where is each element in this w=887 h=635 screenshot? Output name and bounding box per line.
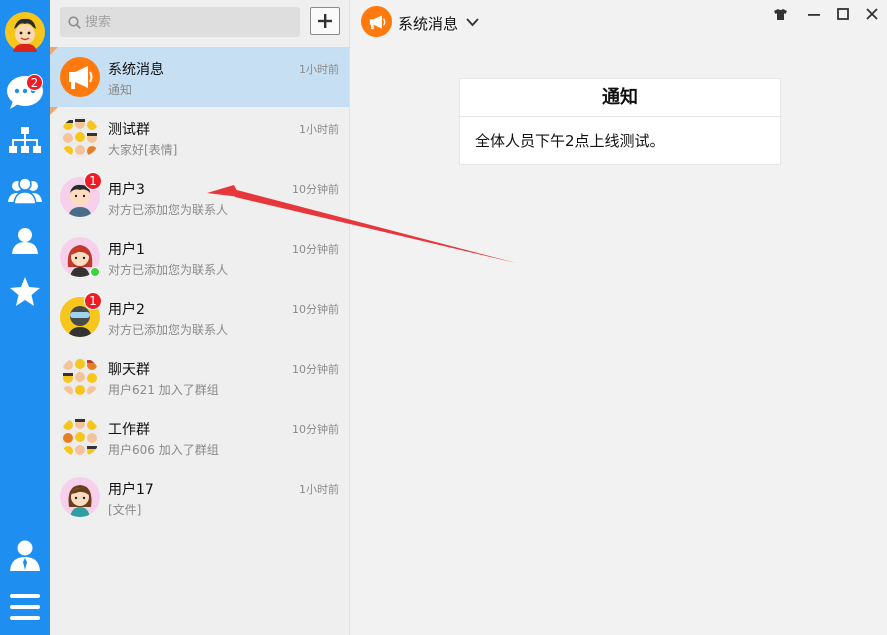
- avatar-icon: [5, 12, 45, 52]
- conversation-item-test-group[interactable]: 测试群 大家好[表情] 1小时前: [50, 107, 349, 167]
- conversation-time: 10分钟前: [292, 183, 339, 196]
- menu-icon: [10, 594, 40, 620]
- conversation-avatar: [60, 57, 100, 97]
- megaphone-icon: [369, 14, 385, 29]
- online-status-dot: [90, 267, 100, 277]
- user-avatar-icon: [60, 477, 100, 517]
- conversation-time: 10分钟前: [292, 423, 339, 436]
- nav-favorites[interactable]: [0, 269, 50, 313]
- conversation-item-user3[interactable]: 1 用户3 对方已添加您为联系人 10分钟前: [50, 167, 349, 227]
- pinned-marker: [50, 107, 58, 115]
- conversation-item-system[interactable]: 系统消息 通知 1小时前: [50, 47, 349, 107]
- notice-body: 全体人员下午2点上线测试。: [475, 132, 665, 150]
- conversation-avatar: [60, 417, 100, 457]
- conversation-item-work-group[interactable]: 工作群 用户606 加入了群组 10分钟前: [50, 407, 349, 467]
- conversation-item-user17[interactable]: 用户17 [文件] 1小时前: [50, 467, 349, 527]
- conversation-avatar: [60, 117, 100, 157]
- conversation-name: 用户17: [108, 482, 154, 498]
- nav-contacts[interactable]: [0, 219, 50, 263]
- maximize-icon[interactable]: [835, 6, 851, 22]
- contact-icon: [12, 228, 38, 254]
- conversation-name: 用户1: [108, 242, 145, 258]
- conversation-list-panel: 系统消息 通知 1小时前 测试群 大家好[表情] 1小时前: [50, 0, 350, 635]
- group-avatar-icon: [60, 117, 100, 157]
- conversation-name: 系统消息: [108, 62, 164, 78]
- conversation-time: 1小时前: [299, 483, 339, 496]
- conversation-avatar: [60, 477, 100, 517]
- pinned-marker: [50, 47, 58, 55]
- nav-groups[interactable]: [0, 169, 50, 213]
- nav-profile[interactable]: [0, 534, 50, 578]
- conversation-preview: 对方已添加您为联系人: [108, 263, 229, 277]
- conversation-name: 用户2: [108, 302, 145, 318]
- megaphone-icon: [69, 66, 93, 89]
- add-button[interactable]: [310, 7, 340, 35]
- nav-organization[interactable]: [0, 119, 50, 163]
- org-tree-icon: [9, 127, 41, 153]
- minimize-icon[interactable]: [806, 6, 822, 22]
- notice-title: 通知: [460, 79, 780, 117]
- conversation-item-user2[interactable]: 1 用户2 对方已添加您为联系人 10分钟前: [50, 287, 349, 347]
- chat-unread-badge: 2: [26, 74, 43, 91]
- chat-panel: 系统消息 通知 全体人员下午2点上线测试。: [351, 0, 887, 635]
- conversation-name: 工作群: [108, 422, 150, 438]
- nav-chat[interactable]: 2: [0, 70, 50, 114]
- conversation-preview: 用户606 加入了群组: [108, 443, 219, 457]
- star-icon: [10, 276, 40, 306]
- close-icon[interactable]: [864, 6, 880, 22]
- conversation-preview: 用户621 加入了群组: [108, 383, 219, 397]
- chat-header-avatar[interactable]: [361, 6, 392, 37]
- conversation-name: 用户3: [108, 182, 145, 198]
- conversation-item-chat-group[interactable]: 聊天群 用户621 加入了群组 10分钟前: [50, 347, 349, 407]
- chat-header: 系统消息: [351, 0, 887, 44]
- user-profile-icon: [10, 540, 40, 571]
- conversation-preview: 大家好[表情]: [108, 143, 178, 157]
- my-avatar[interactable]: [0, 10, 50, 54]
- conversation-name: 测试群: [108, 122, 150, 138]
- conversation-preview: 对方已添加您为联系人: [108, 203, 229, 217]
- group-avatar-icon: [60, 417, 100, 457]
- conversation-preview: [文件]: [108, 503, 142, 517]
- conversation-time: 10分钟前: [292, 363, 339, 376]
- conversation-preview: 对方已添加您为联系人: [108, 323, 229, 337]
- unread-badge: 1: [84, 172, 102, 190]
- conversation-preview: 通知: [108, 83, 133, 97]
- group-icon: [8, 177, 42, 205]
- system-notice-card: 通知 全体人员下午2点上线测试。: [459, 78, 781, 165]
- nav-menu[interactable]: [0, 585, 50, 629]
- unread-badge: 1: [84, 292, 102, 310]
- chevron-down-icon[interactable]: [466, 14, 479, 32]
- search-icon: [68, 15, 81, 29]
- conversation-item-user1[interactable]: 用户1 对方已添加您为联系人 10分钟前: [50, 227, 349, 287]
- conversation-time: 1小时前: [299, 63, 339, 76]
- plus-icon: [318, 14, 332, 28]
- search-input[interactable]: [85, 14, 285, 30]
- left-nav-rail: 2: [0, 0, 50, 635]
- search-box[interactable]: [60, 7, 300, 37]
- chat-title[interactable]: 系统消息: [398, 13, 458, 34]
- conversation-avatar: [60, 357, 100, 397]
- conversation-name: 聊天群: [108, 362, 150, 378]
- conversation-time: 10分钟前: [292, 243, 339, 256]
- conversation-time: 10分钟前: [292, 303, 339, 316]
- conversation-time: 1小时前: [299, 123, 339, 136]
- group-avatar-icon: [60, 357, 100, 397]
- skin-icon[interactable]: [772, 6, 788, 22]
